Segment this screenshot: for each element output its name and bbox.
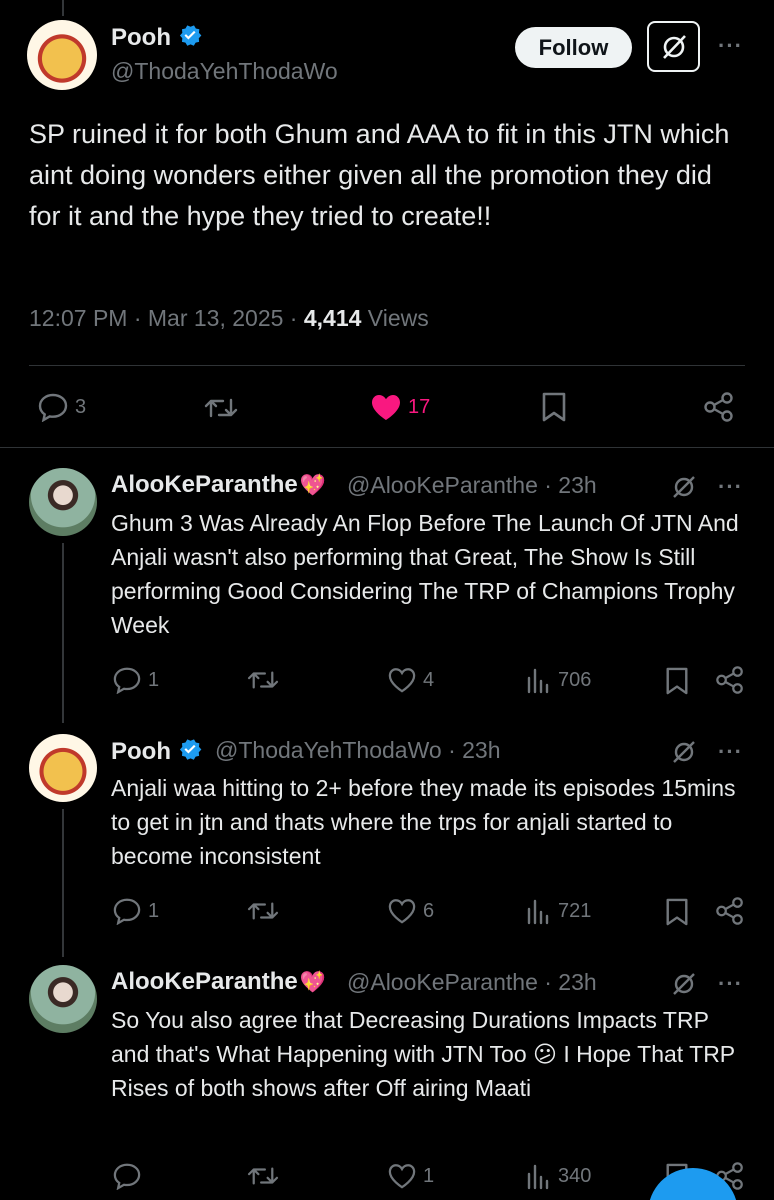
author-name[interactable]: Pooh bbox=[111, 736, 203, 766]
reply-button[interactable] bbox=[112, 1162, 148, 1190]
reply-text: So You also agree that Decreasing Durati… bbox=[111, 1007, 735, 1101]
reply-icon bbox=[38, 393, 68, 422]
bookmark-button[interactable] bbox=[664, 897, 690, 927]
author-meta[interactable]: @AlooKeParanthe · 23h bbox=[347, 969, 597, 996]
verified-badge-icon bbox=[179, 25, 202, 46]
retweet-icon bbox=[247, 1167, 279, 1185]
author-name[interactable]: AlooKeParanthe💖 bbox=[111, 471, 326, 499]
author-name[interactable]: Pooh bbox=[111, 22, 203, 52]
heart-badge-icon: 💖 bbox=[299, 971, 326, 994]
avatar[interactable] bbox=[29, 468, 97, 536]
retweet-icon bbox=[247, 671, 279, 689]
thread-line bbox=[62, 543, 64, 723]
more-icon[interactable]: ··· bbox=[718, 474, 743, 500]
verified-badge-icon bbox=[179, 739, 202, 760]
like-button[interactable]: 4 bbox=[387, 666, 434, 694]
reply-icon bbox=[113, 667, 141, 694]
views-label: Views bbox=[361, 305, 429, 331]
share-button[interactable] bbox=[703, 391, 735, 423]
views-icon bbox=[527, 1164, 549, 1190]
bookmark-button[interactable] bbox=[540, 391, 568, 423]
author-handle[interactable]: @ThodaYehThodaWo bbox=[111, 58, 338, 85]
retweet-icon bbox=[204, 398, 238, 418]
thread-line-top bbox=[62, 0, 64, 16]
reply-text: Anjali waa hitting to 2+ before they mad… bbox=[111, 775, 736, 869]
share-button[interactable] bbox=[715, 665, 745, 695]
like-button[interactable]: 1 bbox=[387, 1162, 434, 1190]
grok-button[interactable] bbox=[647, 21, 700, 72]
divider bbox=[29, 365, 745, 366]
grok-icon bbox=[662, 34, 686, 59]
section-divider bbox=[0, 447, 774, 448]
reply-button[interactable]: 1 bbox=[112, 666, 159, 694]
bookmark-button[interactable] bbox=[664, 666, 690, 696]
like-icon bbox=[388, 668, 416, 693]
retweet-button[interactable] bbox=[246, 898, 280, 924]
views-button[interactable]: 721 bbox=[526, 897, 591, 925]
follow-button[interactable]: Follow bbox=[515, 27, 632, 68]
views-button[interactable]: 340 bbox=[526, 1162, 591, 1190]
share-icon bbox=[716, 897, 743, 925]
more-icon[interactable]: ··· bbox=[718, 971, 743, 997]
like-icon bbox=[388, 1164, 416, 1189]
like-button[interactable]: 6 bbox=[387, 897, 434, 925]
grok-icon[interactable] bbox=[670, 971, 698, 997]
retweet-button[interactable] bbox=[246, 667, 280, 693]
post-time[interactable]: 12:07 PM · Mar 13, 2025 · bbox=[29, 305, 304, 331]
share-icon bbox=[716, 666, 743, 694]
retweet-button[interactable] bbox=[203, 394, 239, 422]
like-icon bbox=[388, 899, 416, 924]
bookmark-icon bbox=[666, 898, 688, 926]
avatar[interactable] bbox=[29, 965, 97, 1033]
reply-button[interactable]: 3 bbox=[37, 392, 86, 422]
bookmark-icon bbox=[542, 392, 566, 422]
reply-button[interactable]: 1 bbox=[112, 897, 159, 925]
like-button[interactable]: 17 bbox=[370, 392, 430, 422]
reply-icon bbox=[113, 898, 141, 925]
share-button[interactable] bbox=[715, 896, 745, 926]
retweet-icon bbox=[247, 902, 279, 920]
post-text: SP ruined it for both Ghum and AAA to fi… bbox=[29, 119, 730, 231]
heart-badge-icon: 💖 bbox=[299, 474, 326, 497]
author-name[interactable]: AlooKeParanthe💖 bbox=[111, 968, 326, 996]
grok-icon[interactable] bbox=[670, 739, 698, 765]
grok-icon[interactable] bbox=[670, 474, 698, 500]
author-meta[interactable]: @ThodaYehThodaWo · 23h bbox=[215, 737, 501, 764]
reply-icon bbox=[113, 1163, 141, 1190]
avatar[interactable] bbox=[27, 20, 97, 90]
views-count: 4,414 bbox=[303, 305, 362, 331]
more-icon[interactable]: ··· bbox=[718, 739, 743, 765]
avatar[interactable] bbox=[29, 734, 97, 802]
reply-text: Ghum 3 Was Already An Flop Before The La… bbox=[111, 510, 739, 638]
views-icon bbox=[527, 899, 549, 925]
like-icon bbox=[372, 395, 400, 420]
confused-emoji: 😕 bbox=[533, 1041, 558, 1067]
post-meta: 12:07 PM · Mar 13, 2025 · 4,414 Views bbox=[29, 305, 429, 332]
thread-line bbox=[62, 809, 64, 957]
views-icon bbox=[527, 668, 549, 694]
more-icon[interactable]: ··· bbox=[718, 33, 743, 59]
retweet-button[interactable] bbox=[246, 1163, 280, 1189]
author-meta[interactable]: @AlooKeParanthe · 23h bbox=[347, 472, 597, 499]
bookmark-icon bbox=[666, 667, 688, 695]
views-button[interactable]: 706 bbox=[526, 666, 591, 694]
share-icon bbox=[704, 392, 733, 422]
